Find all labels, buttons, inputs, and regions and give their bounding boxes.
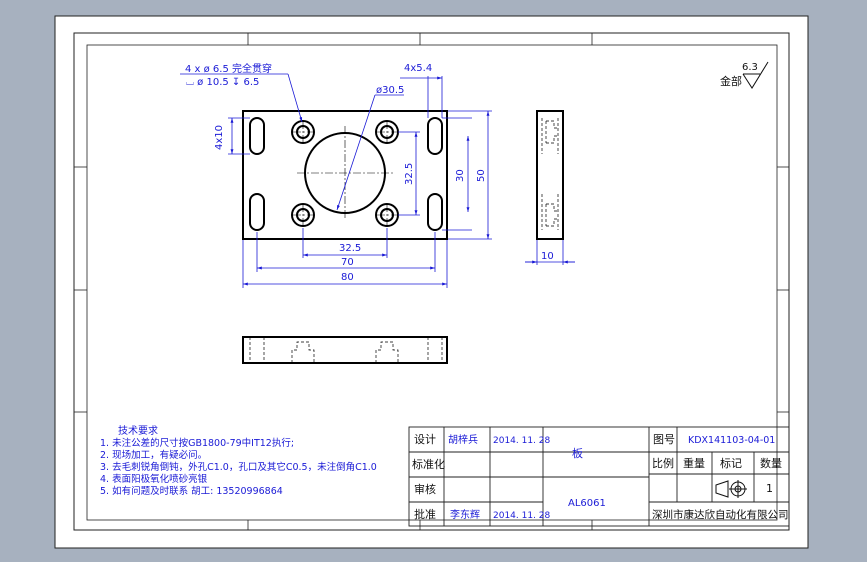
dim-center-bore: ø30.5 — [376, 85, 404, 96]
dim-slot-length: 4x10 — [214, 125, 225, 150]
drawing-viewport: 4 x ø 6.5 完全贯穿 ⌴ ø 10.5 ↧ 6.5 4x5.4 ø30.… — [0, 0, 867, 562]
dim-thickness: 10 — [541, 251, 554, 262]
tb-design-label: 设计 — [414, 433, 436, 446]
tech-item: 3. 去毛刺锐角倒钝，外孔C1.0，孔口及其它C0.5，未注倒角C1.0 — [100, 461, 377, 473]
tb-mark-label: 标记 — [720, 456, 742, 470]
tb-company: 深圳市康达欣自动化有限公司 — [652, 508, 789, 521]
tb-scale-label: 比例 — [652, 456, 674, 470]
roughness-value: 6.3 — [742, 62, 758, 73]
dim-slot-width: 4x5.4 — [404, 63, 432, 74]
dim-slot-span-h: 70 — [341, 257, 354, 268]
tech-item: 1. 未注公差的尺寸按GB1800-79中IT12执行; — [100, 437, 294, 449]
tb-drawing-no-label: 图号 — [653, 433, 675, 446]
tech-item: 2. 现场加工，有疑必问。 — [100, 449, 207, 461]
dim-hole-spacing-h: 32.5 — [339, 243, 361, 254]
dim-slot-span-v: 30 — [455, 169, 466, 182]
dim-width: 80 — [341, 272, 354, 283]
tech-item: 4. 表面阳极氧化喷砂亮银 — [100, 473, 208, 485]
tb-material: AL6061 — [568, 498, 606, 509]
hole-callout-line1: 4 x ø 6.5 完全贯穿 — [185, 62, 272, 75]
hole-callout-line2: ⌴ ø 10.5 ↧ 6.5 — [186, 77, 259, 88]
drawing-canvas: 4 x ø 6.5 完全贯穿 ⌴ ø 10.5 ↧ 6.5 4x5.4 ø30.… — [54, 15, 809, 549]
tb-weight-label: 重量 — [683, 456, 705, 470]
dim-hole-spacing-v: 32.5 — [404, 163, 415, 185]
tb-approve-date: 2014. 11. 28 — [493, 511, 551, 521]
dim-height: 50 — [476, 169, 487, 182]
tb-standard-label: 标准化 — [412, 457, 445, 471]
tech-item: 5. 如有问题及时联系 胡工: 13520996864 — [100, 485, 283, 497]
tb-review-label: 审核 — [414, 482, 436, 496]
tb-design-date: 2014. 11. 28 — [493, 436, 551, 446]
tb-drawing-no: KDX141103-04-01 — [688, 435, 775, 446]
tb-part-name: 板 — [572, 446, 583, 460]
tb-approver: 李东辉 — [450, 508, 480, 521]
tb-qty: 1 — [766, 482, 773, 495]
tb-qty-label: 数量 — [760, 457, 782, 470]
tech-title: 技术要求 — [118, 424, 158, 437]
tb-designer: 胡梓兵 — [448, 433, 478, 446]
tb-approve-label: 批准 — [414, 507, 436, 521]
roughness-prefix: 金部 — [720, 74, 742, 88]
